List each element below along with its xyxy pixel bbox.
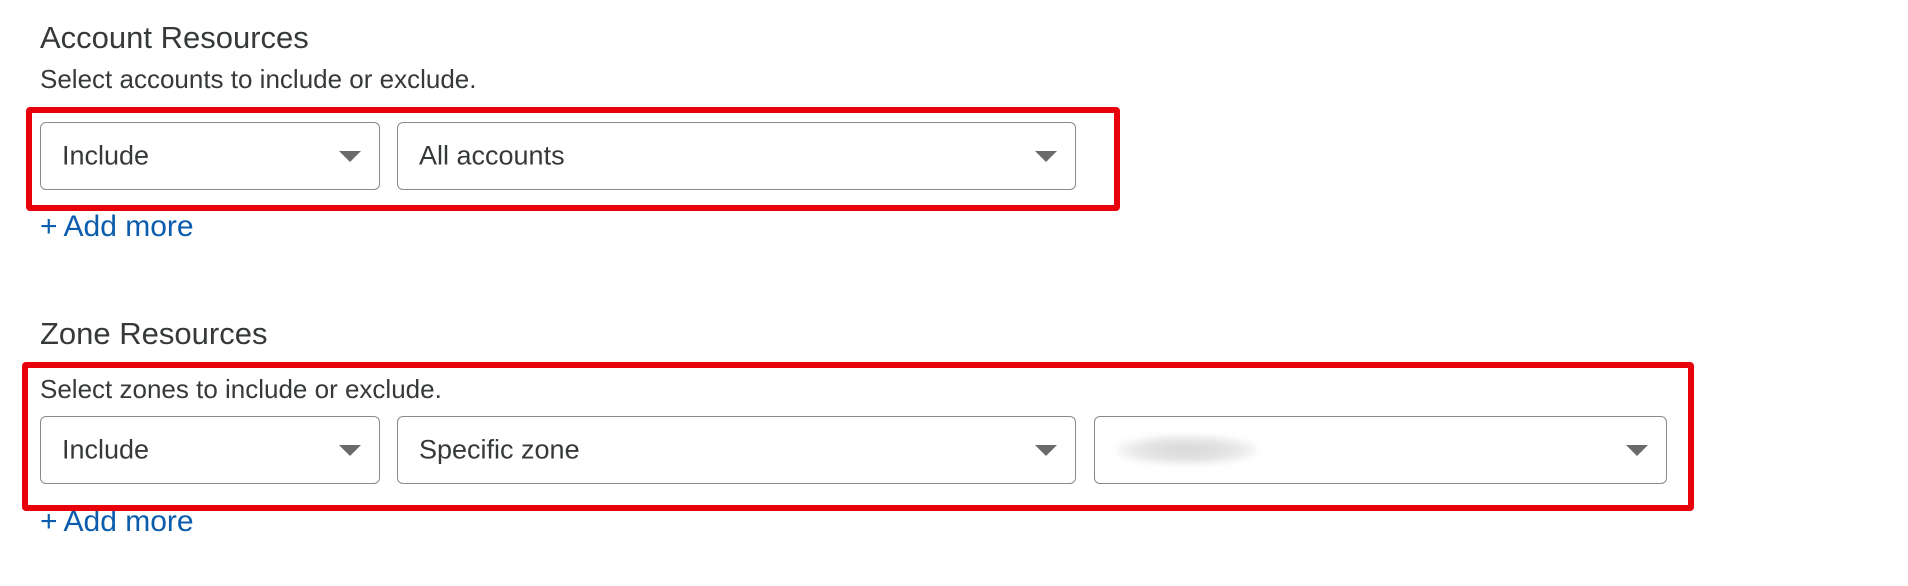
account-add-more-label: Add more (63, 210, 194, 243)
chevron-down-icon (1035, 445, 1057, 456)
zone-resources-title: Zone Resources (40, 316, 268, 351)
chevron-down-icon (1035, 151, 1057, 162)
account-mode-select[interactable]: Include (40, 122, 380, 190)
zone-mode-select[interactable]: Include (40, 416, 380, 484)
chevron-down-icon (1626, 445, 1648, 456)
account-mode-value: Include (62, 140, 150, 171)
zone-add-more-label: Add more (63, 505, 194, 538)
account-scope-value: All accounts (419, 140, 565, 171)
chevron-down-icon (339, 445, 361, 456)
plus-icon: + (40, 505, 58, 538)
account-add-more-link[interactable]: + Add more (40, 212, 194, 242)
account-scope-select[interactable]: All accounts (397, 122, 1076, 190)
chevron-down-icon (339, 151, 361, 162)
zone-scope-value: Specific zone (419, 434, 580, 465)
zone-specific-select[interactable] (1094, 416, 1667, 484)
account-resources-description: Select accounts to include or exclude. (40, 64, 477, 94)
zone-add-more-link[interactable]: + Add more (40, 507, 194, 537)
zone-mode-value: Include (62, 434, 150, 465)
account-resources-title: Account Resources (40, 20, 309, 55)
redacted-zone-value (1117, 435, 1257, 465)
zone-resources-description: Select zones to include or exclude. (40, 374, 442, 404)
zone-scope-select[interactable]: Specific zone (397, 416, 1076, 484)
plus-icon: + (40, 210, 58, 243)
